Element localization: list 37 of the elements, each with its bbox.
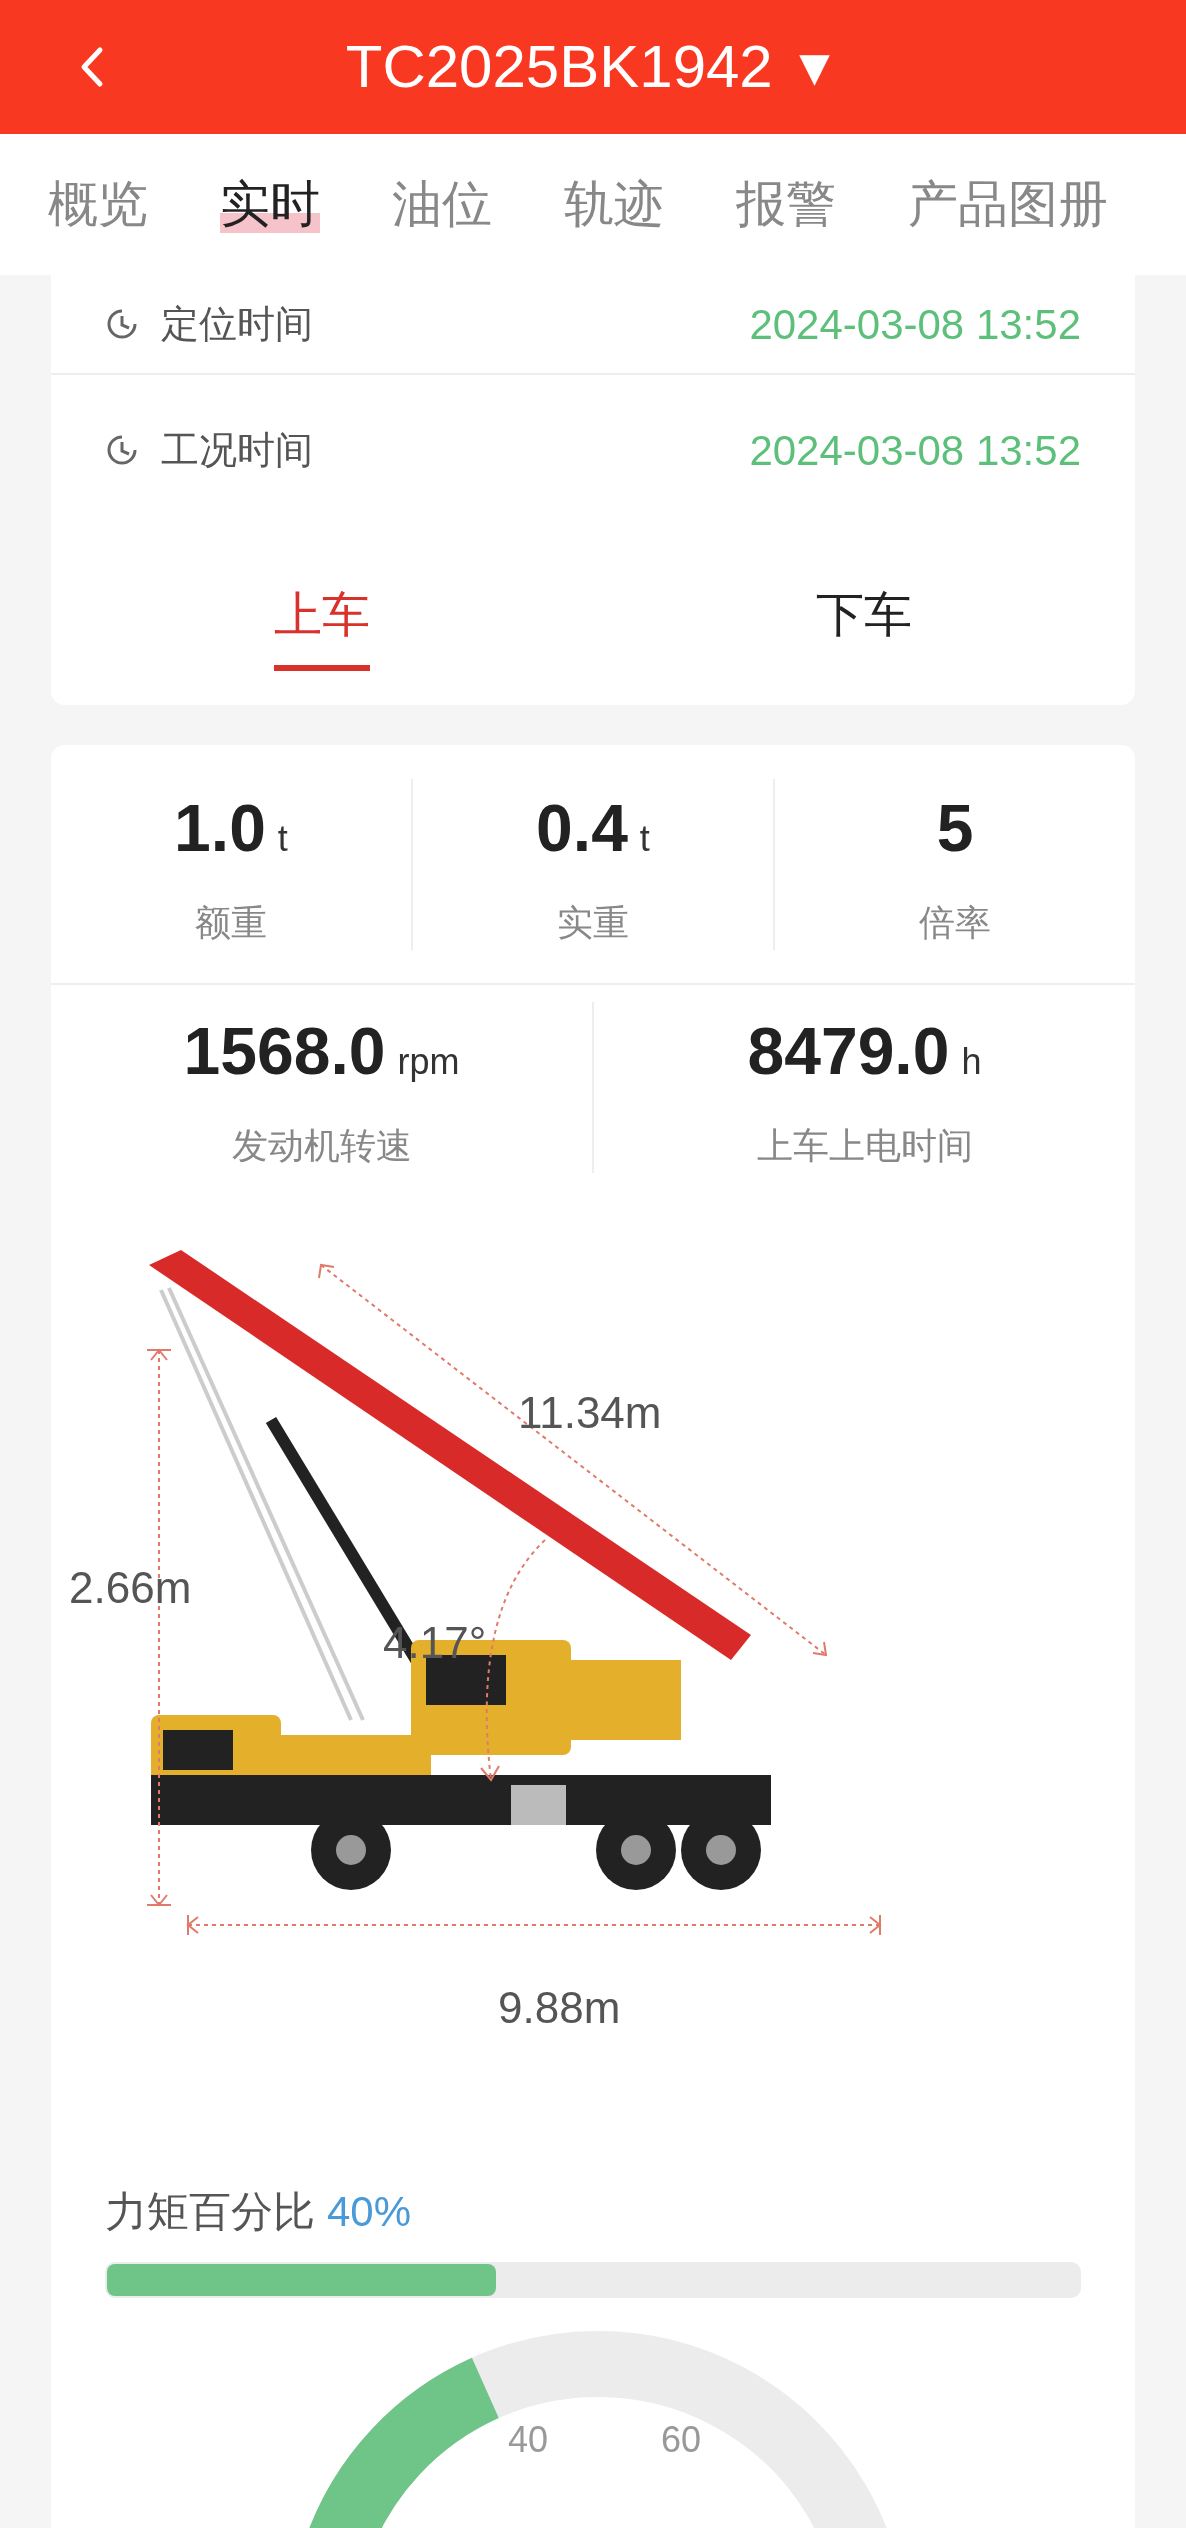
moment-percent: 40% xyxy=(327,2187,412,2237)
stat-label: 发动机转速 xyxy=(231,1124,412,1168)
stat-unit: h xyxy=(961,1040,982,1084)
device-title[interactable]: TC2025BK1942 xyxy=(345,22,773,112)
gauge-tick-label: 40 xyxy=(508,2418,549,2462)
stat-unit: t xyxy=(277,816,288,861)
length-label: 9.88m xyxy=(498,1982,621,2034)
stat-label: 倍率 xyxy=(919,900,991,945)
stat-unit: rpm xyxy=(397,1040,460,1084)
stat-unit: t xyxy=(639,816,650,861)
nav-tab[interactable]: 油位 xyxy=(392,167,492,242)
clock-icon xyxy=(105,433,139,467)
angle-label: 4.17° xyxy=(383,1617,487,1669)
dropdown-caret[interactable]: ▼ xyxy=(788,28,841,106)
gauge-tick-label: 60 xyxy=(661,2418,702,2462)
nav-tab[interactable]: 产品图册 xyxy=(908,167,1108,242)
stat-label: 实重 xyxy=(557,900,629,945)
stat-value: 0.4 xyxy=(536,789,628,867)
clock-icon xyxy=(105,307,139,341)
nav-tab[interactable]: 报警 xyxy=(736,167,836,242)
stat-label: 上车上电时间 xyxy=(756,1124,973,1168)
stat-value: 1.0 xyxy=(174,789,266,867)
nav-tab[interactable]: 概览 xyxy=(48,167,148,242)
moment-label: 力矩百分比 xyxy=(105,2187,315,2237)
stat-label: 额重 xyxy=(195,900,267,945)
time-label: 工况时间 xyxy=(161,427,313,473)
section-tab[interactable]: 上车 xyxy=(274,559,370,671)
boom-length-label: 11.34m xyxy=(518,1387,662,1439)
time-value: 2024-03-08 13:52 xyxy=(749,299,1081,350)
nav-tab[interactable]: 轨迹 xyxy=(564,167,664,242)
stat-value: 8479.0 xyxy=(747,1013,950,1090)
height-label: 2.66m xyxy=(69,1562,192,1614)
section-tab[interactable]: 下车 xyxy=(816,559,912,671)
stat-value: 5 xyxy=(936,789,974,867)
time-value: 2024-03-08 13:52 xyxy=(749,425,1081,476)
stat-value: 1568.0 xyxy=(183,1013,386,1090)
time-label: 定位时间 xyxy=(161,301,313,347)
